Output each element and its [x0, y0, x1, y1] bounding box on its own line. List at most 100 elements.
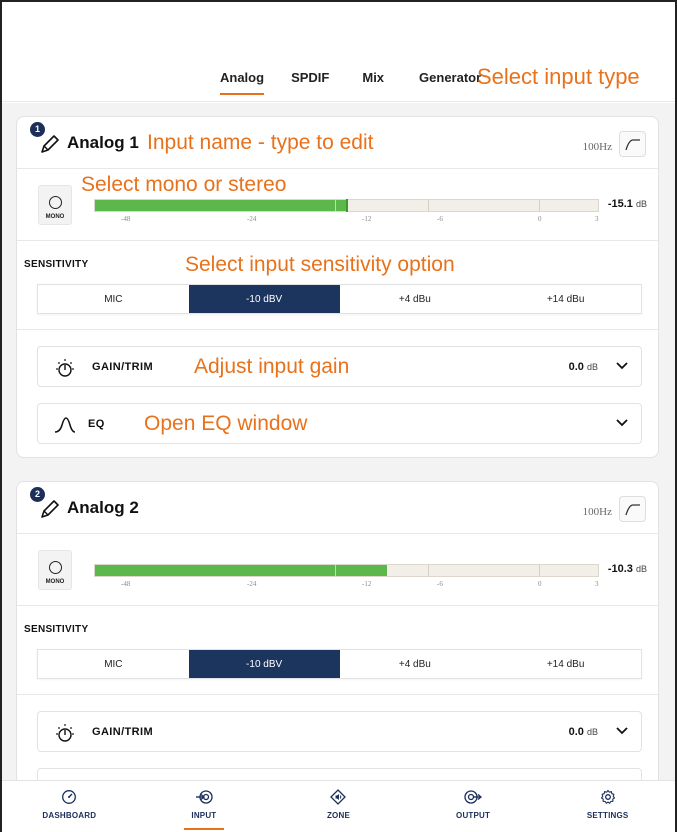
level-meter — [94, 564, 599, 577]
level-meter-fill — [95, 200, 347, 211]
sensitivity-label: SENSITIVITY — [24, 259, 89, 270]
chevron-down-icon — [616, 362, 628, 370]
dashboard-icon — [62, 790, 77, 804]
input-card-header: 1 Analog 1 Input name - type to edit 100… — [17, 117, 658, 169]
sensitivity-row: SENSITIVITY MIC -10 dBV +4 dBu +14 dBu — [17, 606, 658, 695]
annotation-input-name: Input name - type to edit — [147, 131, 374, 154]
eq-accordion[interactable]: EQ Open EQ window — [37, 403, 642, 444]
meter-scale-label: 0 — [538, 215, 542, 223]
sensitivity-option-plus4dbu[interactable]: +4 dBu — [339, 650, 491, 678]
sensitivity-option-minus10dbv[interactable]: -10 dBV — [188, 650, 340, 678]
meter-scale-label: 3 — [595, 580, 599, 588]
gain-trim-accordion[interactable]: GAIN/TRIM Adjust input gain 0.0 dB — [37, 346, 642, 387]
sensitivity-label: SENSITIVITY — [24, 624, 89, 635]
eq-accordion[interactable] — [37, 768, 642, 780]
sensitivity-option-mic[interactable]: MIC — [38, 650, 189, 678]
pencil-icon — [41, 500, 59, 518]
gain-knob-icon — [56, 359, 74, 377]
nav-label: ZONE — [326, 811, 350, 820]
nav-label: INPUT — [191, 811, 217, 820]
sensitivity-row: SENSITIVITY Select input sensitivity opt… — [17, 241, 658, 330]
tab-generator[interactable]: Generator — [419, 70, 481, 95]
level-unit: dB — [635, 564, 647, 574]
gain-knob-icon — [56, 724, 74, 742]
gain-readout: 0.0 dB — [569, 361, 598, 373]
input-icon — [195, 790, 213, 804]
nav-input[interactable]: INPUT — [137, 781, 272, 832]
meter-tick — [538, 200, 540, 211]
meter-tick — [334, 200, 336, 211]
annotation-input-type: Select input type — [477, 64, 640, 89]
nav-label: DASHBOARD — [42, 811, 97, 820]
nav-zone[interactable]: ZONE — [271, 781, 406, 832]
nav-output[interactable]: OUTPUT — [406, 781, 541, 832]
tab-mix[interactable]: Mix — [362, 70, 384, 95]
meter-tick — [334, 565, 336, 576]
meter-scale-label: -6 — [437, 580, 443, 588]
meter-scale-label: -6 — [437, 215, 443, 223]
output-icon — [464, 790, 483, 804]
mono-circle-icon — [49, 561, 62, 574]
gain-readout: 0.0 dB — [569, 726, 598, 738]
level-readout: -10.3 dB — [608, 563, 647, 575]
meter-scale-label: 3 — [595, 215, 599, 223]
input-card-1: 1 Analog 1 Input name - type to edit 100… — [16, 116, 659, 458]
settings-icon — [600, 789, 615, 804]
hpf-button[interactable] — [619, 131, 646, 157]
input-name[interactable]: Analog 2 — [67, 498, 139, 518]
annotation-eq: Open EQ window — [144, 412, 308, 435]
annotation-gain: Adjust input gain — [194, 355, 350, 378]
mode-label: MONO — [45, 214, 65, 220]
meter-scale-label: -48 — [121, 215, 131, 223]
nav-dashboard[interactable]: DASHBOARD — [2, 781, 137, 832]
sensitivity-option-plus14dbu[interactable]: +14 dBu — [490, 650, 641, 678]
mono-stereo-button[interactable]: MONO — [38, 185, 72, 225]
sensitivity-option-minus10dbv[interactable]: -10 dBV — [188, 285, 340, 313]
meter-scale-label: -12 — [362, 215, 372, 223]
sensitivity-option-plus14dbu[interactable]: +14 dBu — [490, 285, 641, 313]
sensitivity-option-mic[interactable]: MIC — [38, 285, 189, 313]
hpf-button[interactable] — [619, 496, 646, 522]
tab-spdif[interactable]: SPDIF — [291, 70, 329, 95]
gain-trim-label: GAIN/TRIM — [92, 726, 154, 738]
meter-scale-label: 0 — [538, 580, 542, 588]
gain-trim-accordion[interactable]: GAIN/TRIM 0.0 dB — [37, 711, 642, 752]
annotation-mono-stereo: Select mono or stereo — [81, 173, 287, 196]
input-name[interactable]: Analog 1 — [67, 133, 139, 153]
meter-scale-label: -24 — [247, 215, 257, 223]
sensitivity-selector: MIC -10 dBV +4 dBu +14 dBu — [37, 284, 642, 314]
annotation-sensitivity: Select input sensitivity option — [185, 253, 455, 276]
hpf-frequency: 100Hz — [582, 141, 612, 153]
gain-value: 0.0 — [568, 726, 584, 738]
nav-settings[interactable]: SETTINGS — [540, 781, 675, 832]
tab-analog[interactable]: Analog — [220, 70, 265, 95]
high-pass-filter-icon — [625, 504, 640, 516]
level-value: -10.3 — [607, 563, 633, 575]
hpf-frequency: 100Hz — [582, 506, 612, 518]
level-meter-peak — [345, 199, 348, 212]
gain-value: 0.0 — [568, 361, 584, 373]
level-meter — [94, 199, 599, 212]
mode-label: MONO — [45, 579, 65, 585]
nav-label: SETTINGS — [586, 811, 629, 820]
meter-tick — [538, 565, 540, 576]
level-unit: dB — [635, 199, 647, 209]
level-value: -15.1 — [607, 198, 633, 210]
chevron-down-icon — [616, 727, 628, 735]
pencil-icon — [41, 135, 59, 153]
nav-label: OUTPUT — [456, 811, 491, 820]
header: Analog SPDIF Mix Generator Select input … — [2, 2, 675, 102]
eq-curve-icon — [54, 417, 76, 433]
chevron-down-icon — [616, 419, 628, 427]
meter-scale-label: -24 — [247, 580, 257, 588]
mono-stereo-button[interactable]: MONO — [38, 550, 72, 590]
main-content: 1 Analog 1 Input name - type to edit 100… — [2, 103, 675, 780]
eq-label: EQ — [88, 418, 105, 430]
sensitivity-option-plus4dbu[interactable]: +4 dBu — [339, 285, 491, 313]
bottom-navigation: DASHBOARD INPUT ZONE OUTPUT SETTINGS — [2, 780, 675, 832]
meter-scale-label: -48 — [121, 580, 131, 588]
level-meter-row: MONO Select mono or stereo -48 -24 -12 -… — [17, 169, 658, 241]
input-type-tabs: Analog SPDIF Mix Generator — [220, 70, 481, 95]
input-card-2: 2 Analog 2 100Hz MONO -48 -24 -12 -6 0 3… — [16, 481, 659, 780]
mono-circle-icon — [49, 196, 62, 209]
